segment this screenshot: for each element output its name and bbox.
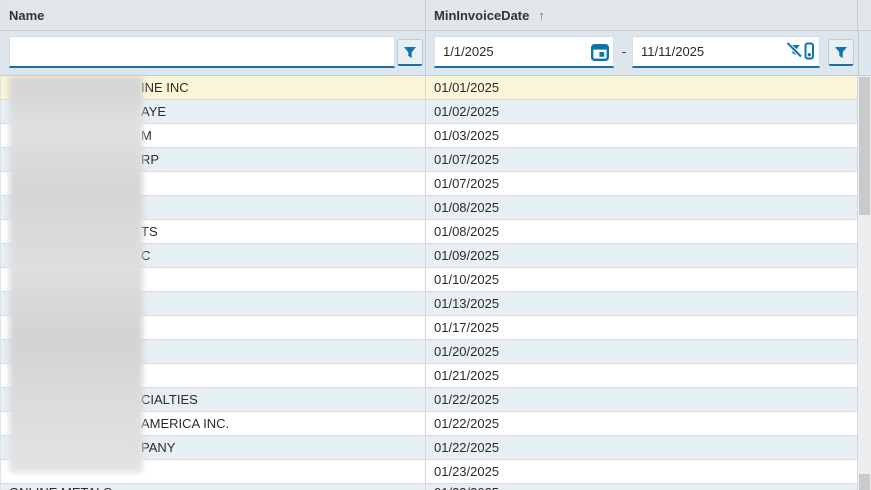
date-cell: 01/10/2025 <box>426 268 858 291</box>
date-cell: 01/02/2025 <box>426 100 858 123</box>
header-filler <box>858 0 871 30</box>
column-header-mininvoicedate-label: MinInvoiceDate <box>434 7 530 23</box>
sort-ascending-icon: ↑ <box>538 7 545 23</box>
column-header-name-label: Name <box>9 7 45 23</box>
clear-filter-button[interactable] <box>783 37 819 66</box>
scrollbar-thumb[interactable] <box>859 77 870 215</box>
scrollbar-corner <box>859 474 870 490</box>
name-filter-menu-button[interactable] <box>397 39 423 66</box>
name-cell: ONLINE METALS <box>1 484 426 490</box>
column-header-mininvoicedate[interactable]: MinInvoiceDate ↑ <box>426 0 858 30</box>
name-filter-input[interactable] <box>10 44 394 59</box>
grid-header-row: Name MinInvoiceDate ↑ <box>1 0 871 31</box>
date-filter-menu-button[interactable] <box>828 39 854 66</box>
invoice-grid: Name MinInvoiceDate ↑ 1/1/2025 - 11/11/2… <box>0 0 871 490</box>
date-cell: 01/22/2025 <box>426 436 858 459</box>
date-range-separator: - <box>621 44 627 59</box>
filter-funnel-icon <box>403 46 417 59</box>
date-cell: 01/08/2025 <box>426 220 858 243</box>
date-cell: 01/03/2025 <box>426 124 858 147</box>
redacted-region <box>9 77 143 473</box>
date-from-editor <box>434 36 614 68</box>
table-row[interactable]: ONLINE METALS 01/23/2025 <box>1 484 871 490</box>
calendar-icon <box>590 42 610 62</box>
calendar-button[interactable] <box>587 37 613 66</box>
date-cell: 01/07/2025 <box>426 148 858 171</box>
filter-row: - <box>1 31 871 76</box>
date-from-input[interactable] <box>435 44 587 59</box>
date-cell: 01/23/2025 <box>426 460 858 483</box>
name-filter-editor <box>9 36 395 68</box>
date-cell: 01/23/2025 <box>426 484 858 490</box>
column-divider <box>858 31 859 75</box>
name-text: ONLINE METALS <box>9 485 112 490</box>
date-to-input[interactable] <box>633 44 783 59</box>
date-cell: 01/21/2025 <box>426 364 858 387</box>
date-cell: 01/01/2025 <box>426 76 858 99</box>
date-cell: 01/13/2025 <box>426 292 858 315</box>
column-divider <box>425 31 426 75</box>
date-cell: 01/09/2025 <box>426 244 858 267</box>
filter-funnel-icon <box>834 46 848 59</box>
date-cell: 01/08/2025 <box>426 196 858 219</box>
date-cell: 01/20/2025 <box>426 340 858 363</box>
date-cell: 01/07/2025 <box>426 172 858 195</box>
date-cell: 01/17/2025 <box>426 316 858 339</box>
vertical-scrollbar[interactable] <box>858 76 871 490</box>
date-cell: 01/22/2025 <box>426 412 858 435</box>
column-header-name[interactable]: Name <box>1 0 426 30</box>
date-cell: 01/22/2025 <box>426 388 858 411</box>
clear-filter-icon <box>786 41 816 62</box>
date-to-editor <box>632 36 820 68</box>
